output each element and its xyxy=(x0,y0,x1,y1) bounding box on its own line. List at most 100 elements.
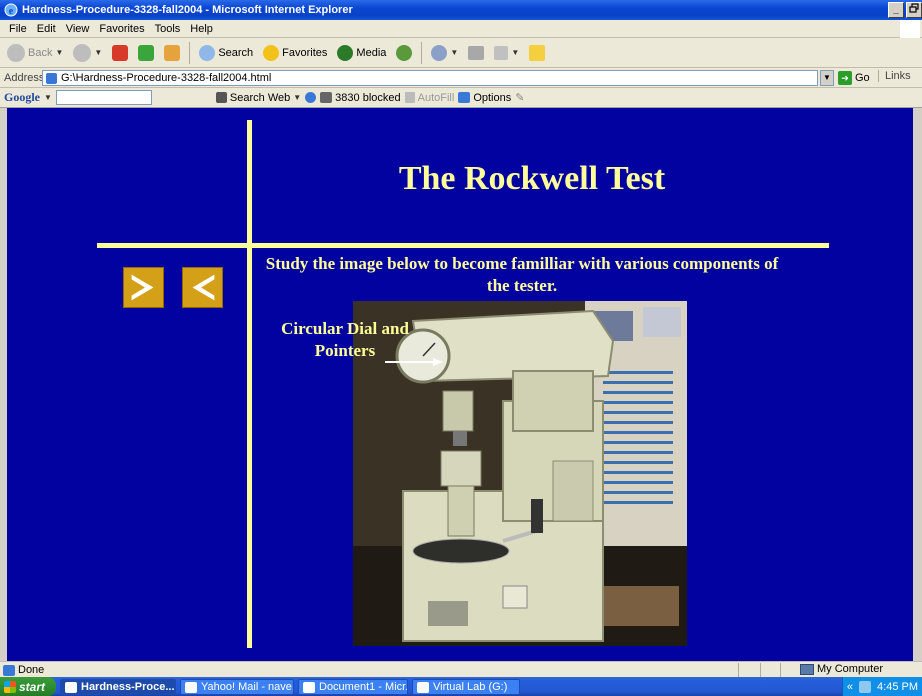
menu-bar: File Edit View Favorites Tools Help xyxy=(0,20,922,38)
history-button[interactable] xyxy=(393,41,415,65)
media-icon xyxy=(337,44,354,61)
search-web-label: Search Web xyxy=(229,91,291,104)
word-icon xyxy=(303,681,315,693)
page-title: The Rockwell Test xyxy=(398,160,666,197)
toolbar-separator xyxy=(421,41,423,64)
back-icon xyxy=(7,43,25,62)
dial-label: Circular Dial and Pointers xyxy=(281,319,409,360)
svg-text:e: e xyxy=(9,6,14,17)
window-title: Hardness-Procedure-3328-fall2004 - Micro… xyxy=(22,4,353,16)
links-button[interactable]: Links xyxy=(878,70,911,82)
chevron-down-icon: ▼ xyxy=(55,48,64,57)
menu-help[interactable]: Help xyxy=(185,23,218,35)
autofill-button[interactable]: AutoFill xyxy=(404,91,455,104)
menu-edit[interactable]: Edit xyxy=(32,23,61,35)
popup-blocker-icon xyxy=(320,92,333,103)
chevron-down-icon[interactable]: ▼ xyxy=(44,93,52,102)
address-bar: Address G:\Hardness-Procedure-3328-fall2… xyxy=(0,68,922,88)
task-label: Hardness-Proce... xyxy=(81,680,175,693)
stop-icon xyxy=(112,44,129,61)
task-button[interactable]: Hardness-Proce... xyxy=(60,678,176,695)
network-icon[interactable] xyxy=(859,680,872,693)
pagerank-icon[interactable] xyxy=(305,92,317,103)
page-icon xyxy=(3,664,15,676)
task-button[interactable]: Virtual Lab (G:) xyxy=(412,678,520,695)
task-button[interactable]: Yahoo! Mail - nave... xyxy=(180,678,294,695)
previous-arrow-icon xyxy=(192,274,215,301)
start-button[interactable]: start xyxy=(0,677,56,696)
chevron-down-icon: ▼ xyxy=(293,93,302,102)
refresh-icon xyxy=(138,44,155,61)
forward-button[interactable]: ▼ xyxy=(70,41,105,65)
search-web-button[interactable]: Search Web ▼ xyxy=(215,91,302,104)
vertical-divider xyxy=(247,120,252,648)
task-label: Yahoo! Mail - nave... xyxy=(201,680,294,693)
standard-toolbar: Back ▼ ▼ Search Favorites Media ▼ ▼ xyxy=(0,38,922,68)
messenger-button[interactable] xyxy=(526,41,548,65)
go-label: Go xyxy=(855,72,870,84)
next-arrow-icon xyxy=(131,274,154,301)
edit-button[interactable]: ▼ xyxy=(491,41,522,65)
popup-blocked-label: 3830 blocked xyxy=(335,91,401,104)
star-icon xyxy=(263,44,280,61)
menu-view[interactable]: View xyxy=(61,23,95,35)
task-button[interactable]: Document1 - Micr... xyxy=(298,678,408,695)
status-label: Done xyxy=(18,663,45,676)
media-button[interactable]: Media xyxy=(334,41,389,65)
task-label: Virtual Lab (G:) xyxy=(433,680,508,693)
minimize-button[interactable]: _ xyxy=(888,2,904,18)
favorites-button[interactable]: Favorites xyxy=(260,41,330,65)
autofill-label: AutoFill xyxy=(417,91,455,104)
menu-tools[interactable]: Tools xyxy=(150,23,186,35)
go-button[interactable]: ➜ Go xyxy=(838,70,870,86)
chevron-down-icon: ▼ xyxy=(511,48,520,57)
options-label: Options xyxy=(473,91,512,104)
history-icon xyxy=(396,44,413,61)
highlight-pen-icon[interactable]: ✎ xyxy=(515,91,524,104)
messenger-icon xyxy=(529,44,546,61)
dial-pointer-line xyxy=(385,358,443,366)
restore-button[interactable] xyxy=(906,2,922,18)
refresh-button[interactable] xyxy=(135,41,157,65)
google-search-input[interactable] xyxy=(55,90,152,105)
status-pane xyxy=(780,663,781,677)
zone-label: My Computer xyxy=(817,663,884,675)
binoculars-icon xyxy=(215,92,227,103)
back-label: Back xyxy=(28,46,53,59)
mail-button[interactable]: ▼ xyxy=(428,41,461,65)
popup-blocked-button[interactable]: 3830 blocked xyxy=(320,91,401,104)
next-button[interactable] xyxy=(123,267,164,308)
browser-window: e Hardness-Procedure-3328-fall2004 - Mic… xyxy=(0,0,922,696)
menu-file[interactable]: File xyxy=(4,23,32,35)
options-icon xyxy=(458,92,471,103)
horizontal-divider xyxy=(97,243,829,248)
stop-button[interactable] xyxy=(109,41,131,65)
address-input[interactable]: G:\Hardness-Procedure-3328-fall2004.html xyxy=(42,70,818,86)
mail-icon xyxy=(431,44,448,61)
options-button[interactable]: Options xyxy=(458,92,511,104)
back-button[interactable]: Back ▼ xyxy=(4,41,66,65)
toolbar-separator xyxy=(189,41,191,64)
google-logo[interactable]: Google xyxy=(4,90,40,105)
address-dropdown-button[interactable]: ▼ xyxy=(820,70,834,86)
computer-icon xyxy=(800,663,814,675)
home-icon xyxy=(164,44,181,61)
search-button[interactable]: Search xyxy=(196,41,256,65)
search-icon xyxy=(199,44,216,61)
title-bar: e Hardness-Procedure-3328-fall2004 - Mic… xyxy=(0,0,922,20)
media-label: Media xyxy=(356,46,387,59)
menu-favorites[interactable]: Favorites xyxy=(94,23,149,35)
search-label: Search xyxy=(218,46,254,59)
status-pane xyxy=(738,663,739,677)
ie-icon xyxy=(185,681,197,693)
status-text: Done xyxy=(0,664,44,676)
drive-icon xyxy=(417,681,429,693)
ie-icon xyxy=(65,681,77,693)
previous-button[interactable] xyxy=(182,267,223,308)
favorites-label: Favorites xyxy=(282,46,328,59)
go-arrow-icon: ➜ xyxy=(838,71,852,85)
chevron-left-icon[interactable]: « xyxy=(847,681,853,693)
print-button[interactable] xyxy=(465,41,487,65)
home-button[interactable] xyxy=(161,41,183,65)
system-tray: « 4:45 PM xyxy=(842,677,922,696)
